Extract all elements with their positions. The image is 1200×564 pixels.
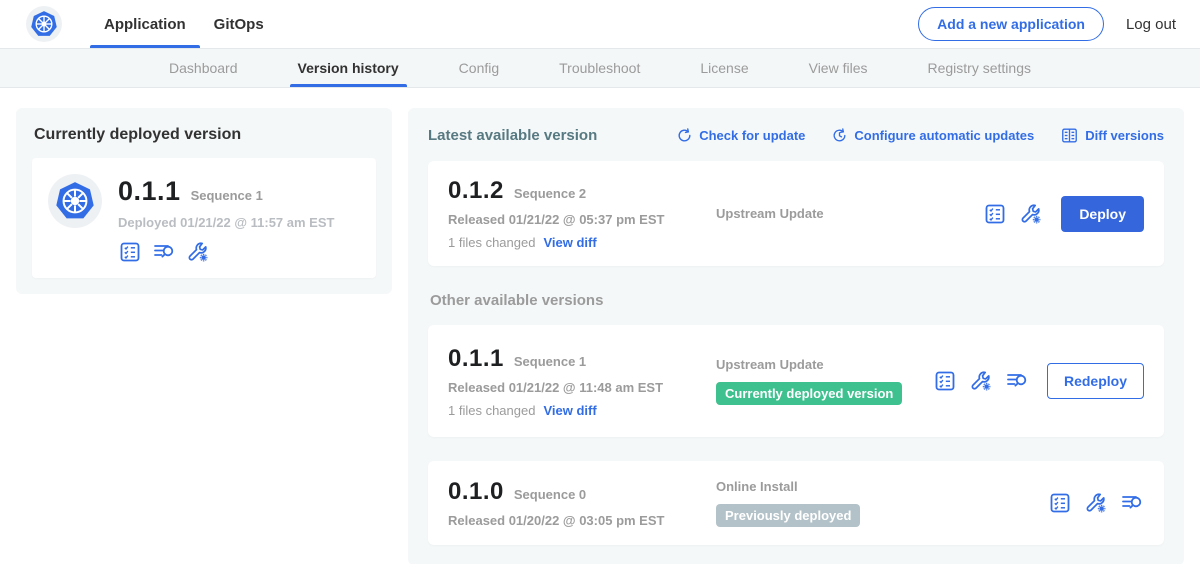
currently-deployed-badge: Currently deployed version	[716, 382, 902, 405]
wrench-gear-icon[interactable]	[1084, 491, 1108, 515]
app-subnav: Dashboard Version history Config Trouble…	[0, 48, 1200, 88]
logs-icon[interactable]	[1120, 491, 1144, 515]
tab-gitops[interactable]: GitOps	[200, 0, 278, 48]
logs-icon[interactable]	[152, 240, 176, 264]
version-card-0-1-2: 0.1.2 Sequence 2 Released 01/21/22 @ 05:…	[428, 161, 1164, 266]
check-for-update-link[interactable]: Check for update	[676, 127, 805, 144]
checklist-icon[interactable]	[933, 369, 957, 393]
configure-automatic-updates-link[interactable]: Configure automatic updates	[831, 127, 1034, 144]
diff-icon	[1060, 126, 1079, 145]
files-changed-label: 1 files changed	[448, 403, 535, 418]
tab-application[interactable]: Application	[90, 0, 200, 48]
logout-link[interactable]: Log out	[1126, 16, 1176, 33]
subnav-troubleshoot[interactable]: Troubleshoot	[557, 49, 642, 87]
redeploy-button[interactable]: Redeploy	[1047, 363, 1144, 399]
subnav-config[interactable]: Config	[457, 49, 501, 87]
currently-deployed-card: Currently deployed version 0.1.1 Sequenc…	[16, 108, 392, 294]
wrench-gear-icon[interactable]	[1019, 202, 1043, 226]
tab-application-label: Application	[104, 16, 186, 33]
sequence-label: Sequence 0	[514, 487, 586, 502]
clock-refresh-icon	[831, 127, 848, 144]
checklist-icon[interactable]	[1048, 491, 1072, 515]
subnav-version-history[interactable]: Version history	[296, 49, 401, 87]
subnav-view-files[interactable]: View files	[807, 49, 870, 87]
version-number: 0.1.0	[448, 478, 504, 506]
version-card-0-1-1: 0.1.1 Sequence 1 Released 01/21/22 @ 11:…	[428, 325, 1164, 437]
sequence-label: Sequence 1	[514, 354, 586, 369]
deployed-sequence-label: Sequence 1	[191, 188, 263, 203]
currently-deployed-title: Currently deployed version	[34, 126, 376, 144]
diff-versions-link[interactable]: Diff versions	[1060, 126, 1164, 145]
add-new-application-button[interactable]: Add a new application	[918, 7, 1104, 41]
released-timestamp: Released 01/20/22 @ 03:05 pm EST	[448, 513, 698, 528]
version-number: 0.1.2	[448, 177, 504, 205]
wrench-gear-icon[interactable]	[186, 240, 210, 264]
subnav-license[interactable]: License	[698, 49, 750, 87]
latest-available-title: Latest available version	[428, 127, 597, 144]
checklist-icon[interactable]	[983, 202, 1007, 226]
view-diff-link[interactable]: View diff	[543, 403, 596, 418]
version-source: Upstream Update	[716, 206, 983, 221]
deployed-version-number: 0.1.1	[118, 176, 181, 207]
refresh-icon	[676, 127, 693, 144]
logs-icon[interactable]	[1005, 369, 1029, 393]
other-available-title: Other available versions	[430, 292, 1164, 309]
deployed-timestamp: Deployed 01/21/22 @ 11:57 am EST	[118, 215, 334, 230]
subnav-dashboard[interactable]: Dashboard	[167, 49, 240, 87]
view-diff-link[interactable]: View diff	[543, 235, 596, 250]
version-number: 0.1.1	[448, 345, 504, 373]
wrench-gear-icon[interactable]	[969, 369, 993, 393]
deploy-button[interactable]: Deploy	[1061, 196, 1144, 232]
released-timestamp: Released 01/21/22 @ 11:48 am EST	[448, 380, 698, 395]
version-history-panel: Latest available version Check for updat…	[408, 108, 1184, 564]
sequence-label: Sequence 2	[514, 186, 586, 201]
previously-deployed-badge: Previously deployed	[716, 504, 860, 527]
subnav-registry-settings[interactable]: Registry settings	[926, 49, 1033, 87]
version-source: Upstream Update	[716, 357, 933, 372]
version-card-0-1-0: 0.1.0 Sequence 0 Released 01/20/22 @ 03:…	[428, 461, 1164, 545]
version-source: Online Install	[716, 479, 1048, 494]
app-logo	[48, 174, 102, 228]
checklist-icon[interactable]	[118, 240, 142, 264]
kubernetes-logo	[26, 6, 62, 42]
files-changed-label: 1 files changed	[448, 235, 535, 250]
top-navbar: Application GitOps Add a new application…	[0, 0, 1200, 48]
released-timestamp: Released 01/21/22 @ 05:37 pm EST	[448, 212, 698, 227]
tab-gitops-label: GitOps	[214, 16, 264, 33]
